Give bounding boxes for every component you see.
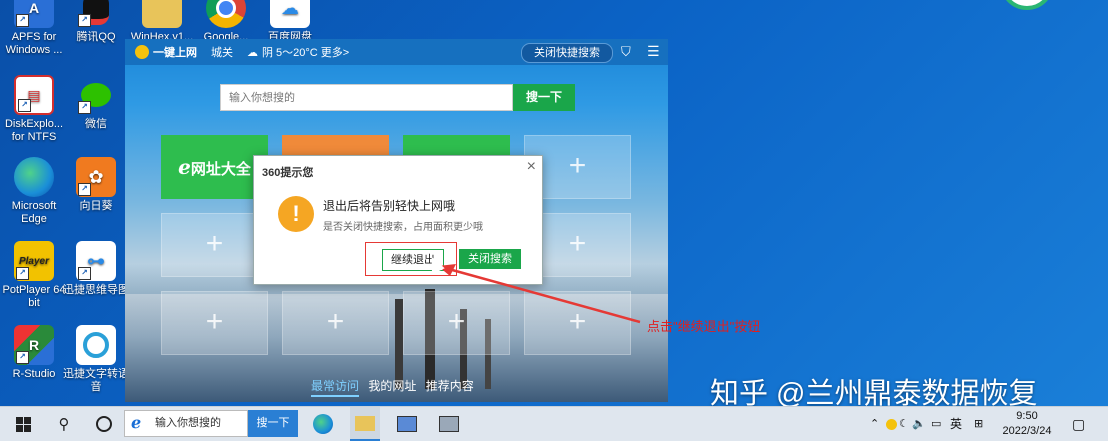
clock-time: 9:50 — [1016, 410, 1038, 422]
volume-icon[interactable]: 🔈 — [912, 407, 926, 441]
watermark: 知乎 @兰州鼎泰数据恢复 — [710, 378, 1038, 406]
annotation-text: 点击"继续退出"按钮 — [647, 319, 761, 334]
taskbar-app-icon[interactable] — [392, 407, 422, 441]
ie-small-icon: ℯ — [131, 415, 142, 432]
tray-moon-icon[interactable]: ☾ — [899, 407, 909, 441]
clock-date: 2022/3/24 — [1002, 425, 1052, 437]
tray-chevron-icon[interactable]: ⌃ — [870, 407, 879, 441]
taskbar-app-icon[interactable] — [434, 407, 464, 441]
input-language-label[interactable]: 英 — [950, 407, 962, 441]
taskbar-edge-icon[interactable] — [308, 407, 338, 441]
taskbar-search-button[interactable]: 搜一下 — [248, 410, 298, 437]
windows-logo-icon — [15, 416, 31, 432]
start-button[interactable] — [8, 407, 38, 441]
tray-360-icon[interactable] — [886, 407, 897, 441]
desktop: A ↗ APFS for Windows ... ▤ ↗ DiskExplo... … — [0, 0, 1108, 406]
notification-icon[interactable]: ▢ — [1072, 407, 1085, 441]
annotation-arrow — [438, 264, 641, 324]
network-icon[interactable]: ▭ — [931, 407, 941, 441]
taskbar-search-input[interactable]: 输入你想搜的 — [124, 410, 248, 437]
taskbar-explorer-icon[interactable] — [350, 407, 380, 441]
taskbar-search-icon[interactable]: ⚲ — [50, 407, 78, 441]
system-clock[interactable]: 9:50 2022/3/24 — [996, 409, 1058, 439]
task-view-icon[interactable] — [90, 407, 118, 441]
taskbar: ⚲ 输入你想搜的 ℯ 搜一下 ⌃ ☾ 🔈 ▭ 英 ⊞ 9:50 2022/3/2… — [0, 406, 1108, 441]
ime-grid-icon[interactable]: ⊞ — [974, 407, 983, 441]
